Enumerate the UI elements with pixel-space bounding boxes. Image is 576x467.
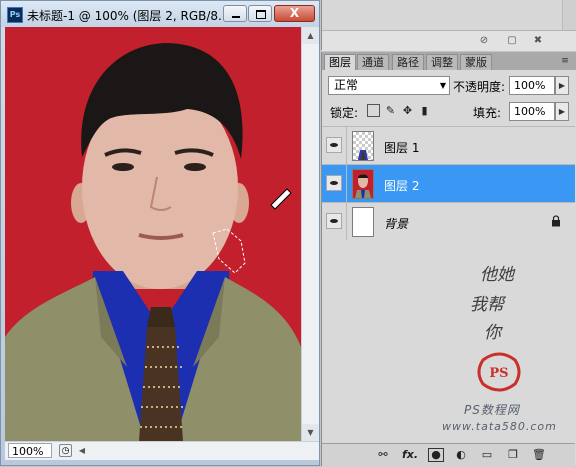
chevron-down-icon: ▼: [439, 81, 446, 90]
lock-label: 锁定:: [330, 106, 359, 120]
status-info-icon[interactable]: ◷: [59, 444, 72, 457]
vertical-scrollbar[interactable]: ▲ ▼: [301, 27, 319, 441]
close-button[interactable]: X: [274, 5, 315, 22]
lock-all-icon[interactable]: ▮: [418, 104, 431, 117]
watermark-title: PS数程网: [464, 403, 520, 417]
blend-mode-select[interactable]: 正常 ▼: [328, 76, 450, 95]
minimize-icon: [232, 16, 240, 18]
tab-masks[interactable]: 蒙版: [460, 54, 492, 70]
visibility-eye-icon[interactable]: [326, 137, 342, 153]
stop-icon[interactable]: ⊘: [478, 35, 490, 47]
portrait-photo: [5, 27, 301, 441]
upper-panel: ⊘ ▢ ✖: [321, 0, 576, 51]
visibility-eye-icon[interactable]: [326, 175, 342, 191]
layer-row-1[interactable]: 图层 1: [322, 126, 575, 164]
layer-thumbnail[interactable]: [352, 169, 374, 199]
scroll-down-arrow-icon[interactable]: ▼: [302, 424, 319, 441]
scroll-left-arrow-icon[interactable]: ◀: [75, 443, 89, 459]
upper-panel-scrollbar[interactable]: [562, 0, 576, 30]
tab-adjustments[interactable]: 调整: [426, 54, 458, 70]
watermark-seal: PS: [477, 352, 521, 392]
fill-label: 填充:: [473, 106, 502, 120]
layers-bottom-toolbar: ⚯ fx. ● ◐ ▭ ❐ 🗑: [322, 443, 575, 467]
tab-layers[interactable]: 图层: [324, 54, 356, 70]
lock-icon: [552, 215, 560, 227]
tab-paths[interactable]: 路径: [392, 54, 424, 70]
maximize-button[interactable]: [248, 5, 272, 22]
lock-transparent-icon[interactable]: [367, 104, 380, 117]
layer-name[interactable]: 背景: [384, 215, 408, 232]
adjustment-icon[interactable]: ◐: [454, 448, 468, 462]
link-icon[interactable]: ⚯: [374, 448, 392, 462]
visibility-eye-icon[interactable]: [326, 213, 342, 229]
layer-row-2[interactable]: 图层 2: [322, 164, 575, 202]
document-status-bar: 100% ◷ ◀: [5, 441, 319, 460]
watermark-url: www.tata580.com: [442, 420, 557, 433]
blend-mode-value: 正常: [334, 78, 359, 92]
layers-panel: 图层 通道 路径 调整 蒙版 ≡ 正常 ▼ 不透明度: 100% ▶ 锁定: ✎…: [321, 52, 576, 467]
row-divider: [346, 127, 347, 164]
row-divider: [346, 203, 347, 240]
watermark-calligraphy-3: 你: [484, 323, 501, 343]
layer-name[interactable]: 图层 1: [384, 139, 419, 156]
trash-icon[interactable]: ✖: [532, 35, 544, 47]
fill-slider-arrow-icon[interactable]: ▶: [555, 102, 569, 121]
photoshop-logo-icon: Ps: [7, 7, 23, 23]
opacity-label: 不透明度:: [453, 80, 506, 94]
row-divider: [346, 165, 347, 202]
maximize-icon: [256, 10, 266, 19]
lock-move-icon[interactable]: ✥: [401, 104, 414, 117]
lock-brush-icon[interactable]: ✎: [384, 104, 397, 117]
panel-menu-icon[interactable]: ≡: [558, 55, 572, 67]
fill-field[interactable]: 100%: [509, 102, 555, 121]
opacity-slider-arrow-icon[interactable]: ▶: [555, 76, 569, 95]
mask-icon[interactable]: ●: [428, 448, 444, 462]
image-canvas[interactable]: [5, 27, 301, 441]
watermark-calligraphy-2: 我帮: [470, 295, 504, 315]
layer-thumbnail[interactable]: [352, 207, 374, 237]
trash-icon[interactable]: 🗑: [532, 448, 546, 462]
new-item-icon[interactable]: ▢: [506, 35, 518, 47]
document-title: 未标题-1 @ 100% (图层 2, RGB/8...: [27, 9, 230, 23]
close-icon: X: [289, 6, 300, 20]
new-layer-icon[interactable]: ❐: [506, 448, 520, 462]
watermark-calligraphy-1: 他她: [480, 265, 514, 285]
group-folder-icon[interactable]: ▭: [480, 448, 494, 462]
seal-text: PS: [489, 366, 508, 381]
scroll-up-arrow-icon[interactable]: ▲: [302, 27, 319, 44]
tab-channels[interactable]: 通道: [357, 54, 389, 70]
layer-thumbnail[interactable]: [352, 131, 374, 161]
layer-row-background[interactable]: 背景: [322, 202, 575, 240]
opacity-field[interactable]: 100%: [509, 76, 555, 95]
layer-name[interactable]: 图层 2: [384, 177, 419, 194]
upper-panel-toolbar: ⊘ ▢ ✖: [322, 30, 576, 51]
zoom-level-field[interactable]: 100%: [8, 443, 52, 458]
minimize-button[interactable]: [223, 5, 247, 22]
panel-tabs: 图层 通道 路径 调整 蒙版 ≡: [322, 52, 576, 70]
fx-icon[interactable]: fx.: [400, 448, 420, 462]
document-window: Ps 未标题-1 @ 100% (图层 2, RGB/8... X ▲ ▼ 10…: [0, 0, 320, 466]
document-title-bar[interactable]: Ps 未标题-1 @ 100% (图层 2, RGB/8... X: [1, 1, 319, 27]
